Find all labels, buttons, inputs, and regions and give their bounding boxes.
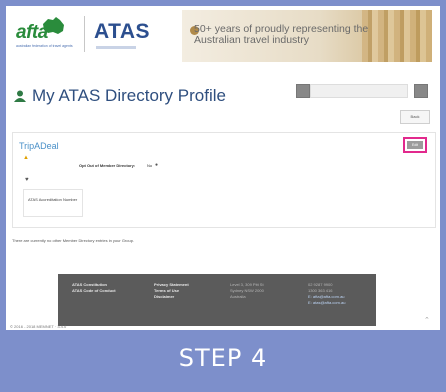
footer-col-1: ATAS Constitution ATAS Code of Conduct	[72, 282, 116, 294]
company-name: TripADeal	[19, 141, 59, 151]
afta-logo-text: afta	[16, 22, 48, 43]
footer-col-3: Level 3, 309 Pitt St Sydney NSW 2000 Aus…	[230, 282, 264, 300]
footer-address-line: Australia	[230, 294, 246, 299]
member-select-input[interactable]	[310, 84, 408, 98]
footer-link-privacy[interactable]: Privacy Statement	[154, 282, 189, 287]
copyright: © 2016 - 2018 MEMNET · 3.4.0	[10, 324, 67, 329]
user-icon	[14, 90, 26, 102]
footer-link-code-of-conduct[interactable]: ATAS Code of Conduct	[72, 288, 116, 293]
logo-divider	[84, 16, 85, 52]
go-button[interactable]	[414, 84, 428, 98]
edit-button-highlight[interactable]: Edit	[403, 137, 427, 153]
footer-col-2: Privacy Statement Terms of Use Disclaime…	[154, 282, 189, 300]
afta-logo[interactable]: afta australian federation of travel age…	[12, 14, 76, 58]
banner-text: 50+ years of proudly representing the Au…	[194, 23, 369, 46]
back-button[interactable]: Back	[400, 110, 430, 124]
edit-button[interactable]: Edit	[407, 141, 423, 149]
page-title: My ATAS Directory Profile	[32, 86, 226, 105]
app-screen: afta australian federation of travel age…	[6, 6, 440, 330]
footer-link-terms[interactable]: Terms of Use	[154, 288, 179, 293]
step-label: STEP 4	[6, 330, 440, 386]
atas-logo[interactable]: ATAS	[94, 20, 150, 44]
header-banner: 50+ years of proudly representing the Au…	[182, 10, 432, 62]
accreditation-box: ATAS Accreditation Number	[23, 189, 83, 217]
scroll-to-top-icon[interactable]: ⌃	[424, 316, 430, 324]
profile-panel: TripADeal Edit ▲ Opt Out of Member Direc…	[12, 132, 436, 228]
accreditation-label: ATAS Accreditation Number	[28, 197, 78, 202]
site-header: afta australian federation of travel age…	[6, 6, 440, 68]
directory-note: There are currently no other Member Dire…	[12, 238, 135, 243]
info-icon[interactable]: ●	[155, 162, 158, 168]
footer-col-4: 02 9287 9900 1300 363 416 E: afta@afta.c…	[308, 282, 345, 306]
afta-tagline: australian federation of travel agents	[16, 44, 73, 48]
footer-link-disclaimer[interactable]: Disclaimer	[154, 294, 174, 299]
location-pin-icon: ♥	[25, 177, 29, 183]
opt-out-value: No	[147, 163, 153, 168]
member-select-button[interactable]	[296, 84, 310, 98]
atas-logo-underline	[96, 46, 136, 49]
footer-link-constitution[interactable]: ATAS Constitution	[72, 282, 107, 287]
opt-out-label: Opt Out of Member Directory:	[79, 163, 136, 168]
site-footer: ATAS Constitution ATAS Code of Conduct P…	[58, 274, 376, 326]
title-row: My ATAS Directory Profile	[6, 74, 440, 118]
footer-email-link[interactable]: E: atas@afta.com.au	[308, 300, 345, 306]
warning-icon: ▲	[23, 155, 29, 161]
